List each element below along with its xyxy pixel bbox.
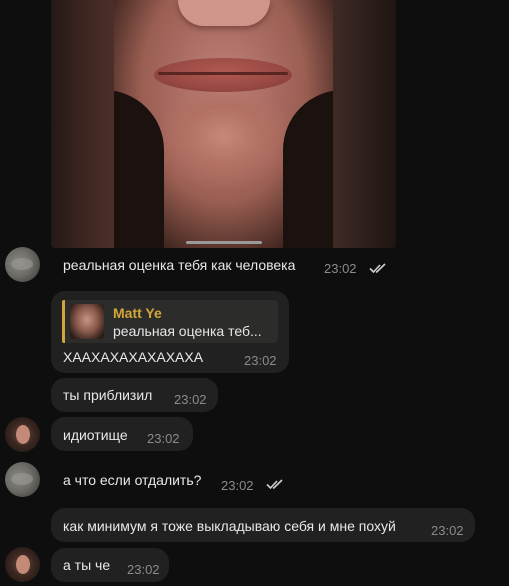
avatar[interactable] [5,417,40,452]
message-bubble[interactable]: идиотище 23:02 [51,417,193,451]
message-text: идиотище [63,427,128,443]
message-text: как минимум я тоже выкладываю себя и мне… [63,518,396,534]
message-text: ХААХАХАХАХАХАХА [63,349,204,365]
message-time: 23:02 [431,523,464,538]
message-bubble[interactable]: а что если отдалить? 23:02 [51,466,301,500]
message-bubble[interactable]: реальная оценка тебя как человека 23:02 [51,250,396,284]
avatar[interactable] [5,462,40,497]
reply-preview[interactable]: Matt Ye реальная оценка теб... [62,300,278,343]
message-text: ты приблизил [63,387,153,403]
chat-view: реальная оценка тебя как человека 23:02 … [0,0,509,586]
reply-accent-bar [62,300,65,343]
message-time: 23:02 [127,562,160,577]
message-time: 23:02 [174,392,207,407]
double-check-icon [266,479,283,490]
reply-text: реальная оценка теб... [113,323,262,339]
photo-message[interactable] [51,0,396,248]
message-text: реальная оценка тебя как человека [63,257,296,273]
message-time: 23:02 [324,261,357,276]
avatar[interactable] [5,247,40,282]
message-text: а что если отдалить? [63,472,202,488]
double-check-icon [369,263,386,274]
photo-scroll-indicator [186,241,262,244]
message-text: а ты че [63,557,111,573]
photo-image[interactable] [114,0,333,248]
message-time: 23:02 [147,431,180,446]
reply-author: Matt Ye [113,305,162,321]
message-bubble[interactable]: ты приблизил 23:02 [51,378,218,412]
message-bubble[interactable]: Matt Ye реальная оценка теб... ХААХАХАХА… [51,291,289,373]
photo-blur-left [51,0,114,248]
message-time: 23:02 [244,353,277,368]
photo-blur-right [333,0,396,248]
reply-thumbnail [70,304,104,339]
message-time: 23:02 [221,478,254,493]
message-bubble[interactable]: а ты че 23:02 [51,548,169,582]
message-bubble[interactable]: как минимум я тоже выкладываю себя и мне… [51,508,475,542]
avatar[interactable] [5,547,40,582]
